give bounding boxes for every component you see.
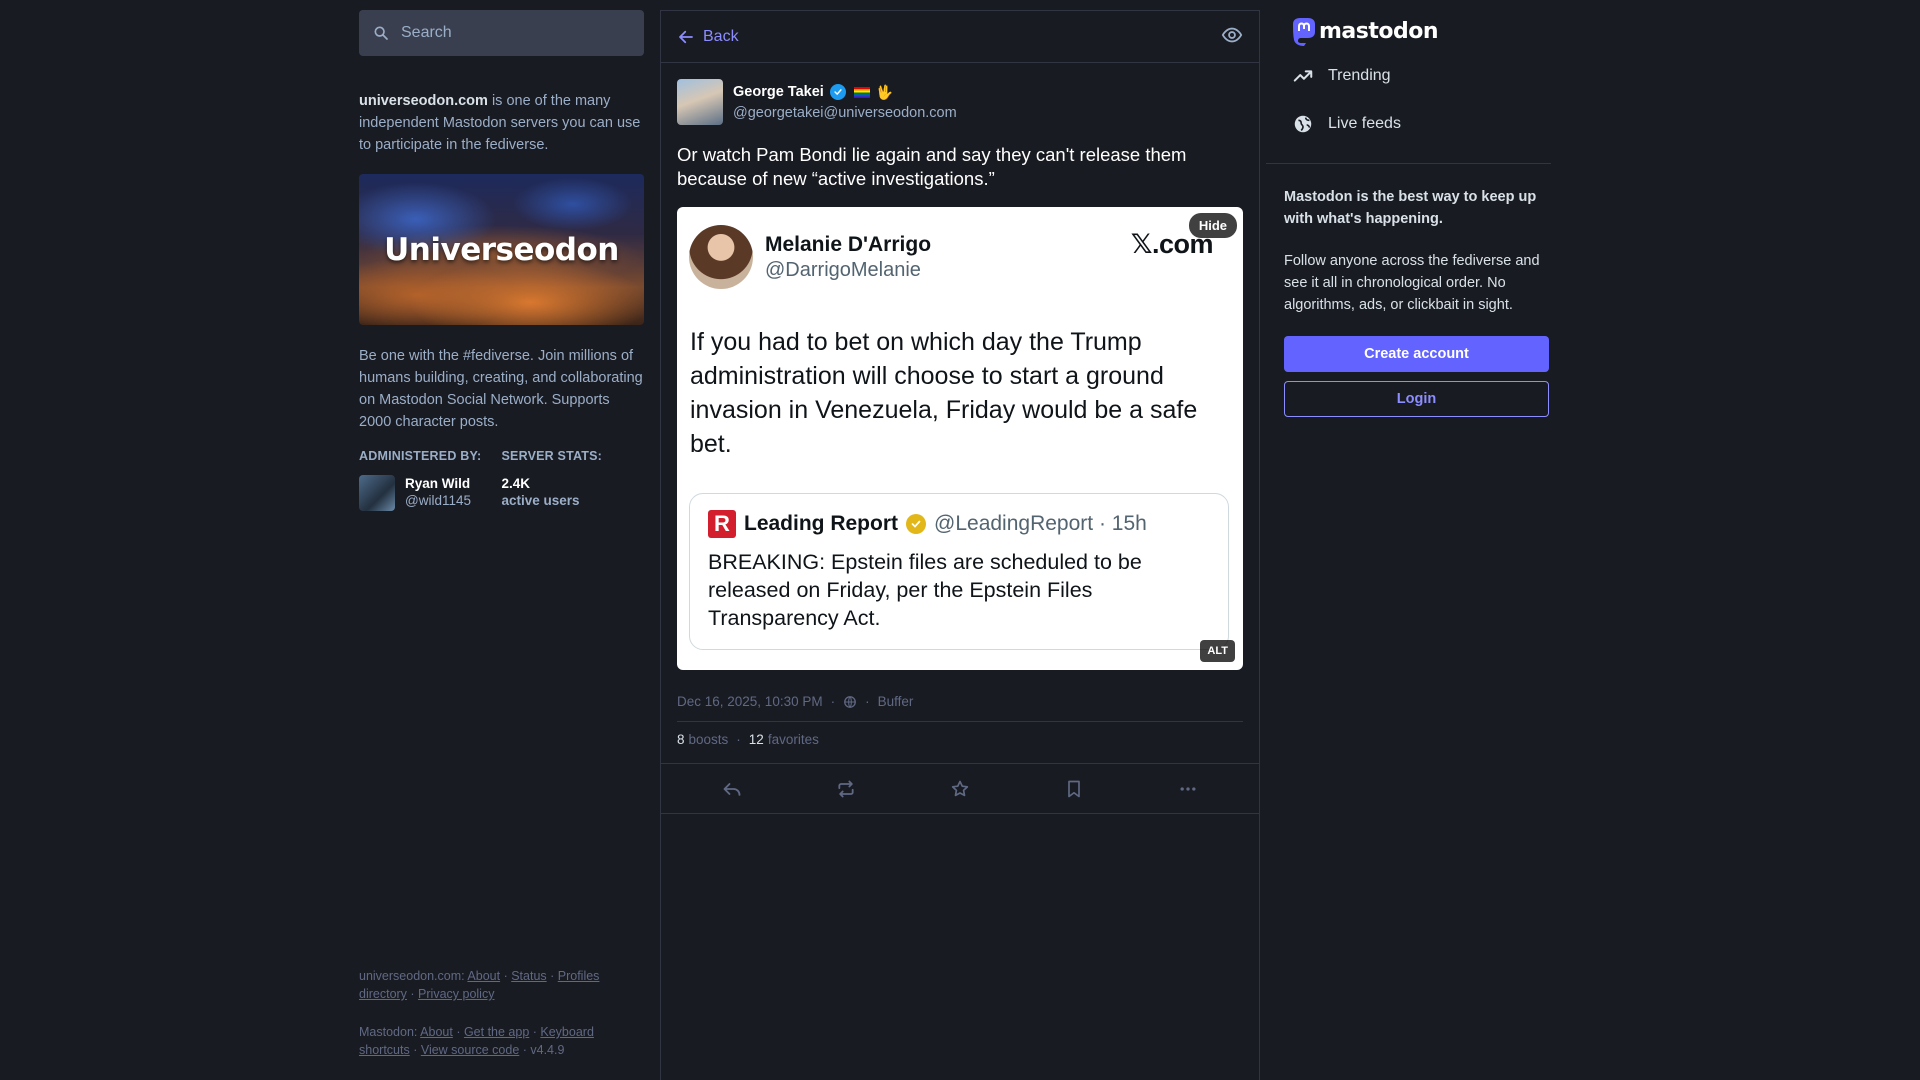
bookmark-icon [1068,780,1080,797]
boosts-label: boosts [688,732,729,747]
media-attachment[interactable]: Melanie D'Arrigo @DarrigoMelanie 𝕏.com I… [677,207,1243,670]
favorites-count: 12 [748,732,764,747]
stats-label: SERVER STATS: [501,449,603,463]
back-button[interactable]: Back [677,28,739,46]
tweet-author-handle: @DarrigoMelanie [765,258,921,281]
tweet-header: Melanie D'Arrigo @DarrigoMelanie [689,225,931,289]
active-users-count: 2.4K [501,476,531,491]
tweet-author-name: Melanie D'Arrigo [765,232,932,256]
nav-item-label: Trending [1328,67,1391,84]
admin-account[interactable]: Ryan Wild @wild1145 [359,475,502,511]
status-column: Back George Takei 🖖 @georgetakei@univers… [660,10,1260,1080]
mastodon-wordmark: mastodon [1319,18,1439,44]
status-counts: 8 boosts · 12 favorites [677,732,819,747]
nav-item-label: Live feeds [1328,115,1401,132]
leading-report-logo: R [708,510,736,538]
server-sidebar: Search universeodon.com is one of the ma… [359,10,644,1080]
signup-description: Follow anyone across the fediverse and s… [1284,253,1540,313]
toggle-visibility-button[interactable] [1221,24,1243,50]
verified-icon [829,84,846,100]
mastodon-logo[interactable]: mastodon [1276,10,1561,52]
signup-title: Mastodon is the best way to keep up with… [1284,189,1537,227]
footer-status-link[interactable]: Status [511,969,546,983]
server-description: Be one with the #fediverse. Join million… [359,348,643,430]
status-author[interactable]: George Takei 🖖 @georgetakei@universeodon… [677,79,1243,125]
footer-server-name: universeodon.com [359,969,462,983]
author-handle: @georgetakei@universeodon.com [733,104,957,121]
favorites-count-link[interactable]: 12 favorites [749,732,819,747]
server-hero-image: Universeodon [359,174,644,325]
search-placeholder: Search [401,24,452,41]
status-application: Buffer [877,694,914,709]
hide-media-button[interactable]: Hide [1188,213,1237,238]
status-meta: Dec 16, 2025, 10:30 PM · · Buffer [677,694,1243,722]
server-intro: universeodon.com is one of the many inde… [359,90,644,156]
mastodon-icon [1293,18,1315,46]
divider [1266,163,1551,164]
server-domain: universeodon.com [359,93,488,109]
active-users-label: active users [501,493,580,508]
rainbow-flag-icon [853,86,870,98]
globe-icon [1294,115,1312,133]
arrow-left-icon [679,30,693,43]
boosts-count-link[interactable]: 8 boosts [677,732,728,747]
server-info: ADMINISTERED BY: Ryan Wild @wild1145 SER… [359,449,644,511]
footer-get-app-link[interactable]: Get the app [464,1025,529,1039]
admin-name: Ryan Wild [405,476,471,491]
status-content: Or watch Pam Bondi lie again and say the… [677,144,1187,189]
status: George Takei 🖖 @georgetakei@universeodon… [661,63,1259,763]
create-account-button[interactable]: Create account [1284,336,1549,372]
quote-author-name: Leading Report [744,512,899,535]
more-options-button[interactable] [1168,771,1208,807]
admin-avatar[interactable] [359,475,395,511]
eye-icon [1221,27,1243,42]
footer: universeodon.com: About · Status · Profi… [359,969,600,1057]
gold-verified-icon [906,514,927,534]
footer-mastodon-about-link[interactable]: About [420,1025,453,1039]
reply-button[interactable] [712,771,752,807]
back-label: Back [703,27,739,45]
globe-icon [844,695,856,708]
tweet-text: If you had to bet on which day the Trump… [690,328,1198,458]
admin-label: ADMINISTERED BY: [359,449,482,463]
bookmark-button[interactable] [1054,771,1094,807]
column-header: Back [661,11,1259,63]
boost-button[interactable] [826,771,866,807]
nav-item-live-feeds[interactable]: Live feeds [1276,100,1561,148]
footer-about-link[interactable]: About [467,969,500,983]
trending-icon [1293,70,1313,82]
navigation-panel: mastodon Trending Live feeds Mastodon is… [1266,10,1561,417]
author-avatar[interactable] [677,79,723,125]
vulcan-salute-icon: 🖖 [875,83,894,100]
footer-mastodon-name: Mastodon [359,1025,414,1039]
star-icon [951,780,969,796]
tweet-avatar [689,225,753,289]
status-timestamp[interactable]: Dec 16, 2025, 10:30 PM [677,694,823,709]
footer-source-link[interactable]: View source code [421,1043,519,1057]
footer-version: v4.4.9 [530,1043,565,1057]
server-hero-title: Universeodon [384,231,619,268]
nav-item-trending[interactable]: Trending [1276,52,1561,100]
favorites-label: favorites [767,732,819,747]
quote-author-handle: @LeadingReport · 15h [934,512,1147,535]
status-action-bar [661,763,1259,814]
footer-privacy-link[interactable]: Privacy policy [418,987,494,1001]
author-name: George Takei [733,84,824,100]
boosts-count: 8 [677,732,685,747]
boost-icon [838,780,854,797]
ellipsis-icon [1180,786,1196,791]
reply-icon [723,782,741,796]
search-input[interactable]: Search [359,10,644,56]
search-icon [374,26,388,40]
login-button[interactable]: Login [1284,381,1549,417]
alt-text-button[interactable]: ALT [1200,640,1235,662]
favorite-button[interactable] [940,771,980,807]
admin-handle: @wild1145 [405,493,471,508]
quoted-tweet: R Leading Report @LeadingReport · 15h BR… [689,493,1229,650]
quote-text: BREAKING: Epstein files are scheduled to… [708,550,1142,630]
